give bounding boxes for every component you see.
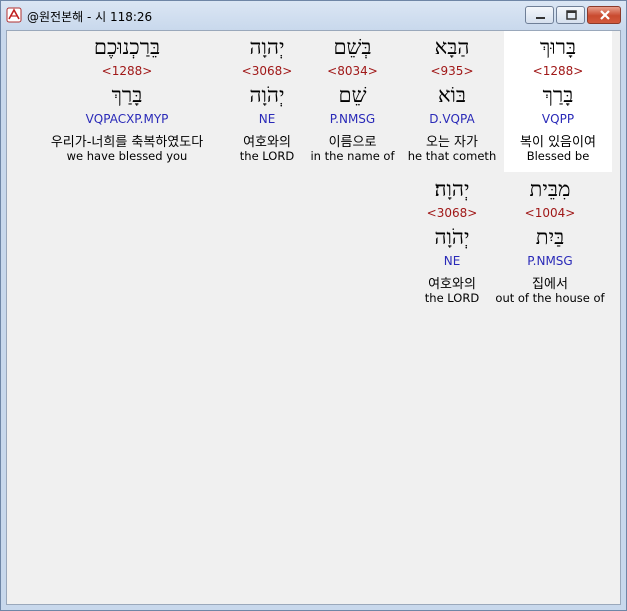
english-gloss: Blessed be bbox=[526, 149, 590, 163]
parse-code: NE bbox=[258, 112, 276, 126]
hebrew-lemma: בָּרַךְ bbox=[111, 83, 143, 107]
english-gloss: in the name of bbox=[310, 149, 395, 163]
strong-number[interactable]: <1288> bbox=[27, 64, 227, 78]
parse-code: D.VQPA bbox=[429, 112, 475, 126]
strong-number[interactable]: <1004> bbox=[492, 206, 608, 220]
title-bar[interactable]: @원전본해 - 시 118:26 bbox=[1, 1, 626, 29]
hebrew-lemma: בַּיִת bbox=[535, 225, 565, 249]
parse-code: P.NMSG bbox=[329, 112, 376, 126]
parse-code: NE bbox=[443, 254, 461, 268]
korean-gloss: 우리가-너희를 축복하였도다 bbox=[50, 135, 204, 150]
parse-code: VQPACXP.MYP bbox=[85, 112, 169, 126]
hebrew-surface: בְּשֵׁם bbox=[333, 35, 372, 59]
hebrew-surface: יְהוָה bbox=[249, 35, 285, 59]
hebrew-surface: בֵּרַכְנוּכֶם bbox=[93, 35, 161, 59]
hebrew-lemma: בּוֹא bbox=[437, 83, 467, 107]
close-button[interactable] bbox=[587, 6, 621, 24]
parse-code: VQPP bbox=[541, 112, 575, 126]
english-gloss: the LORD bbox=[239, 149, 295, 163]
close-icon bbox=[600, 10, 610, 20]
strong-number[interactable]: <3068> bbox=[229, 64, 305, 78]
strong-number[interactable]: <3068> bbox=[412, 206, 492, 220]
hebrew-surface: מִבֵּית bbox=[529, 177, 571, 201]
hebrew-lemma: יְהֹוָה bbox=[434, 225, 470, 249]
korean-gloss: 여호와의 bbox=[243, 135, 291, 150]
hebrew-surface: הַבָּא bbox=[434, 35, 470, 59]
interlinear-view[interactable]: בָּרוּךְ <1288> בָּרַךְ VQPP 복이 있음이여 Ble… bbox=[6, 30, 621, 605]
korean-gloss: 여호와의 bbox=[428, 277, 476, 292]
korean-gloss: 복이 있음이여 bbox=[520, 135, 596, 150]
strong-number[interactable]: <1288> bbox=[504, 64, 612, 78]
hebrew-surface: בָּרוּךְ bbox=[539, 35, 577, 59]
english-gloss: we have blessed you bbox=[66, 149, 188, 163]
app-window: @원전본해 - 시 118:26 בָּרוּךְ <1288> בָּרַךְ… bbox=[0, 0, 627, 611]
minimize-button[interactable] bbox=[525, 6, 554, 24]
english-gloss: out of the house of bbox=[495, 291, 605, 305]
app-logo-icon bbox=[6, 7, 22, 23]
strong-number[interactable]: <935> bbox=[402, 64, 502, 78]
maximize-button[interactable] bbox=[556, 6, 585, 24]
parse-code: P.NMSG bbox=[527, 254, 573, 268]
english-gloss: the LORD bbox=[424, 291, 480, 305]
hebrew-lemma: יְהֹוָה bbox=[249, 83, 285, 107]
minimize-icon bbox=[536, 17, 545, 19]
korean-gloss: 이름으로 bbox=[328, 135, 377, 150]
korean-gloss: 오는 자가 bbox=[426, 135, 478, 150]
hebrew-lemma: שֵׁם bbox=[338, 83, 367, 107]
strong-number[interactable]: <8034> bbox=[305, 64, 400, 78]
english-gloss: he that cometh bbox=[407, 149, 497, 163]
hebrew-lemma: בָּרַךְ bbox=[542, 83, 574, 107]
korean-gloss: 집에서 bbox=[532, 277, 568, 292]
maximize-icon bbox=[566, 10, 577, 20]
hebrew-surface: יְהוָה׃ bbox=[434, 177, 470, 201]
window-title: @원전본해 - 시 118:26 bbox=[27, 10, 153, 24]
